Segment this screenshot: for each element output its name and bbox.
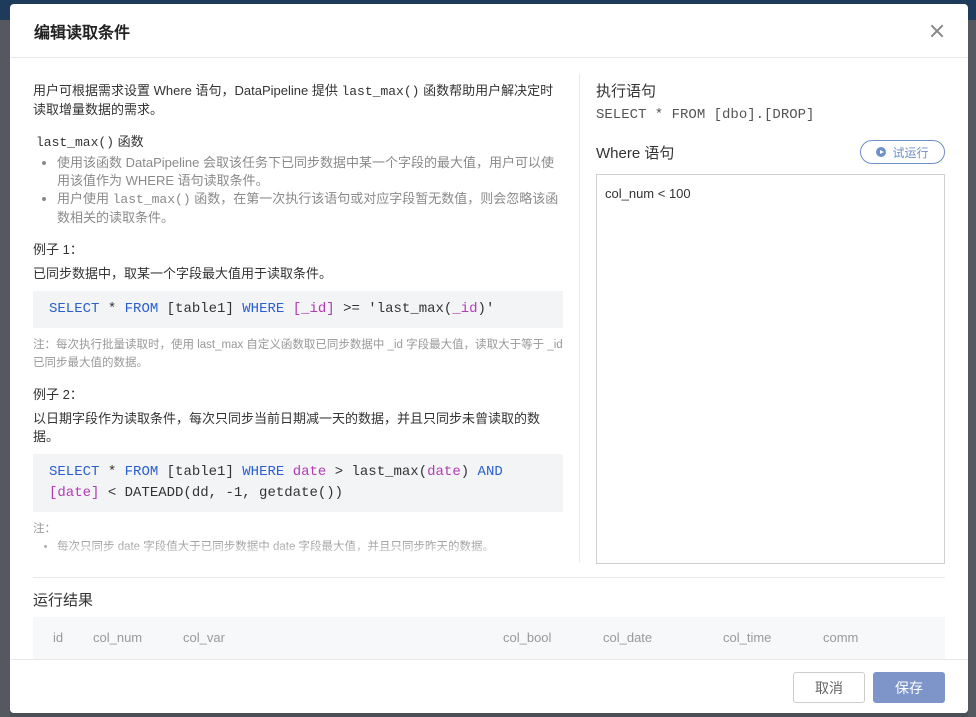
dialog-header: 编辑读取条件	[10, 4, 968, 58]
close-icon[interactable]	[928, 22, 946, 40]
example2-code: SELECT * FROM [table1] WHERE date > last…	[33, 454, 563, 512]
example2-title: 例子 2：	[33, 387, 83, 402]
edit-read-condition-dialog: 编辑读取条件 用户可根据需求设置 Where 语句，DataPipeline 提…	[10, 4, 968, 713]
exec-statement-label: 执行语句	[596, 83, 657, 100]
dialog-footer: 取消 保存	[10, 659, 968, 713]
column-header: col_bool	[503, 630, 552, 645]
list-item: 用户使用 last_max() 函数，在第一次执行该语句或对应字段暂无数值，则会…	[57, 190, 563, 227]
intro-text: 用户可根据需求设置 Where 语句，DataPipeline 提供 last_…	[33, 83, 554, 117]
scroll-fade	[33, 542, 563, 562]
help-panel[interactable]: 用户可根据需求设置 Where 语句，DataPipeline 提供 last_…	[33, 74, 563, 562]
example1-note: 注：每次执行批量读取时，使用 last_max 自定义函数取已同步数据中 _id…	[33, 339, 563, 369]
dialog-title: 编辑读取条件	[34, 24, 131, 42]
trial-run-button[interactable]: 试运行	[860, 140, 945, 164]
where-clause-label: Where 语句	[596, 144, 675, 162]
section-divider	[33, 577, 945, 578]
example2-note-title: 注：	[33, 523, 56, 535]
example1-title: 例子 1：	[33, 242, 83, 257]
example1-desc: 已同步数据中，取某一个字段最大值用于读取条件。	[33, 266, 333, 281]
play-icon	[876, 147, 887, 157]
result-table-header: id col_num col_var col_bool col_date col…	[33, 617, 945, 659]
page-backdrop-right	[968, 20, 976, 717]
function-notes: 使用该函数 DataPipeline 会取该任务下已同步数据中某一个字段的最大值…	[33, 154, 563, 227]
column-header: col_var	[183, 630, 225, 645]
page-backdrop-left	[0, 20, 10, 717]
example2-desc: 以日期字段作为读取条件，每次只同步当前日期减一天的数据，并且只同步未曾读取的数据…	[33, 411, 541, 444]
editor-panel: 执行语句 SELECT * FROM [dbo].[DROP] Where 语句…	[596, 80, 945, 569]
function-title: last_max() 函数	[36, 134, 144, 150]
column-header: id	[53, 630, 64, 645]
save-button[interactable]: 保存	[873, 672, 945, 703]
example1-code: SELECT * FROM [table1] WHERE [_id] >= 'l…	[33, 291, 563, 328]
run-result-title: 运行结果	[33, 592, 94, 609]
list-item: 使用该函数 DataPipeline 会取该任务下已同步数据中某一个字段的最大值…	[57, 154, 563, 190]
where-clause-input[interactable]: col_num < 100	[596, 174, 945, 564]
pane-divider	[579, 74, 580, 562]
column-header: comm	[823, 630, 859, 645]
column-header: col_num	[93, 630, 143, 645]
cancel-button[interactable]: 取消	[793, 672, 865, 703]
column-header: col_time	[723, 630, 772, 645]
exec-statement-sql: SELECT * FROM [dbo].[DROP]	[596, 107, 815, 123]
column-header: col_date	[603, 630, 653, 645]
